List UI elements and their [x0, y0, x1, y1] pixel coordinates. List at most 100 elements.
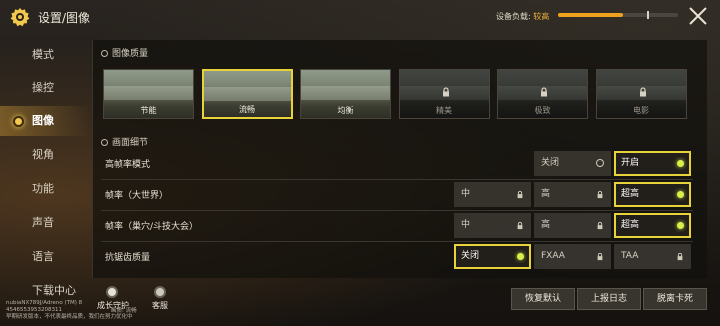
quality-preset-label: 极致 — [534, 106, 551, 115]
selected-dot-icon — [677, 222, 684, 229]
device-load-marker — [647, 11, 649, 19]
customer-service-icon[interactable] — [154, 286, 166, 298]
preset-preview-mist — [104, 86, 193, 100]
setting-option[interactable]: 中 — [454, 213, 531, 238]
lock-icon — [517, 190, 523, 199]
setting-option-label: 关闭 — [461, 251, 480, 261]
selected-dot-icon — [677, 191, 684, 198]
setting-option-label: 中 — [461, 189, 471, 199]
setting-row-label: 抗锯齿质量 — [105, 253, 151, 263]
sidebar-item[interactable]: 功能 — [0, 174, 90, 204]
quality-preset[interactable]: 极致 — [497, 69, 588, 119]
quality-preset-label: 节能 — [140, 106, 157, 115]
setting-option-label: TAA — [621, 251, 639, 261]
setting-option-label: 高 — [541, 189, 551, 199]
sidebar-item-label: 语言 — [32, 250, 54, 263]
lock-icon — [597, 221, 603, 230]
quality-preset-label: 流畅 — [239, 105, 255, 114]
setting-option[interactable]: FXAA — [534, 244, 611, 269]
sidebar-item[interactable]: 模式 — [0, 40, 90, 70]
sidebar-item[interactable]: 操控 — [0, 73, 90, 103]
page-title: 设置/图像 — [38, 11, 91, 25]
quality-section-label: 图像质量 — [112, 49, 149, 59]
quality-preset-label: 电影 — [633, 106, 649, 115]
lock-icon — [541, 87, 547, 97]
lock-icon — [442, 87, 449, 97]
preset-preview-mist — [203, 87, 291, 101]
setting-option-label: FXAA — [541, 251, 565, 261]
quality-preset[interactable]: 电影 — [595, 69, 687, 119]
sidebar-item-label: 视角 — [32, 148, 54, 161]
sidebar-item[interactable]: 视角 — [0, 140, 90, 170]
gear-icon — [10, 8, 30, 27]
setting-option-label: 中 — [461, 220, 471, 230]
sidebar-item-label: 功能 — [32, 182, 54, 195]
selected-dot-icon — [677, 160, 684, 167]
lock-icon — [517, 221, 523, 230]
section-bullet-icon — [101, 139, 108, 146]
sidebar-item[interactable]: 语言 — [0, 242, 90, 272]
radio-ring-icon — [596, 159, 604, 167]
setting-row-label: 帧率（大世界） — [105, 191, 169, 201]
device-load-fill — [558, 13, 623, 17]
settings-panel: 图像质量 节能 流畅 均衡 精美 极致 电影 画面细节 高帧率模式 关闭 开启 帧率（大世界）中… — [92, 40, 707, 278]
growth-guard-icon[interactable] — [106, 286, 118, 298]
setting-option[interactable]: 中 — [454, 182, 531, 207]
lock-icon — [639, 87, 646, 97]
setting-option-label: 超高 — [621, 189, 640, 199]
sidebar-item-label: 声音 — [32, 216, 54, 229]
setting-row-label: 帧率（巢穴/斗技大会） — [105, 222, 199, 232]
setting-option-label: 开启 — [621, 158, 640, 168]
device-load-label: 设备负载: — [496, 12, 531, 21]
setting-row: 抗锯齿质量 关闭 FXAA TAA — [93, 242, 693, 270]
quality-section-title: 图像质量 — [101, 46, 148, 59]
setting-row-label: 高帧率模式 — [105, 160, 151, 170]
quality-preset[interactable]: 节能 — [103, 69, 194, 119]
sidebar-item-label: 操控 — [32, 81, 54, 94]
quality-preset-label: 精美 — [436, 106, 452, 115]
header: 设置/图像 设备负载: 较高 — [0, 0, 720, 34]
setting-option-label: 高 — [541, 220, 551, 230]
details-section-title: 画面细节 — [101, 135, 148, 148]
sidebar-item[interactable]: 声音 — [0, 208, 90, 238]
selected-dot-icon — [517, 253, 524, 260]
report-log-button[interactable]: 上报日志 — [577, 288, 641, 310]
lock-icon — [677, 252, 683, 261]
sidebar-item[interactable]: 图像 — [0, 106, 90, 136]
quality-preset[interactable]: 精美 — [398, 69, 490, 119]
setting-option[interactable]: 开启 — [614, 151, 691, 176]
setting-option[interactable]: 高 — [534, 182, 611, 207]
setting-option-label: 超高 — [621, 220, 640, 230]
preset-preview-mist — [301, 86, 390, 100]
customer-service-label[interactable]: 客服 — [152, 300, 168, 311]
setting-option[interactable]: 超高 — [614, 213, 691, 238]
setting-row: 帧率（大世界） 中 高 超高 — [93, 180, 693, 208]
lock-icon — [597, 190, 603, 199]
setting-option[interactable]: TAA — [614, 244, 691, 269]
sidebar-item-label: 图像 — [32, 114, 54, 127]
quality-note: 画质: 流畅 — [111, 308, 137, 314]
device-load-value: 较高 — [533, 12, 550, 21]
setting-option[interactable]: 高 — [534, 213, 611, 238]
sidebar-item-label: 模式 — [32, 48, 54, 61]
lock-icon — [597, 252, 603, 261]
device-load-bar — [558, 13, 678, 17]
section-bullet-icon — [101, 50, 108, 57]
quality-preset-label: 均衡 — [337, 106, 354, 115]
sidebar-item-label: 下载中心 — [32, 284, 76, 297]
sidebar: 模式操控图像视角功能声音语言下载中心 — [0, 40, 90, 310]
details-section-label: 画面细节 — [112, 138, 149, 148]
setting-row: 高帧率模式 关闭 开启 — [93, 149, 693, 177]
active-indicator-icon — [13, 116, 24, 127]
setting-option[interactable]: 关闭 — [454, 244, 531, 269]
device-load: 设备负载: 较高 — [496, 11, 549, 22]
quality-preset[interactable]: 均衡 — [300, 69, 391, 119]
restore-default-button[interactable]: 恢复默认 — [511, 288, 575, 310]
close-icon[interactable] — [688, 6, 708, 26]
device-info-line3: 早期研发版本，不代表最终品质，我们在努力优化中 — [6, 314, 133, 320]
quality-preset[interactable]: 流畅 — [201, 69, 293, 119]
setting-option[interactable]: 超高 — [614, 182, 691, 207]
quality-presets: 节能 流畅 均衡 精美 极致 电影 — [103, 69, 693, 119]
setting-option[interactable]: 关闭 — [534, 151, 611, 176]
unstuck-button[interactable]: 脱离卡死 — [643, 288, 707, 310]
